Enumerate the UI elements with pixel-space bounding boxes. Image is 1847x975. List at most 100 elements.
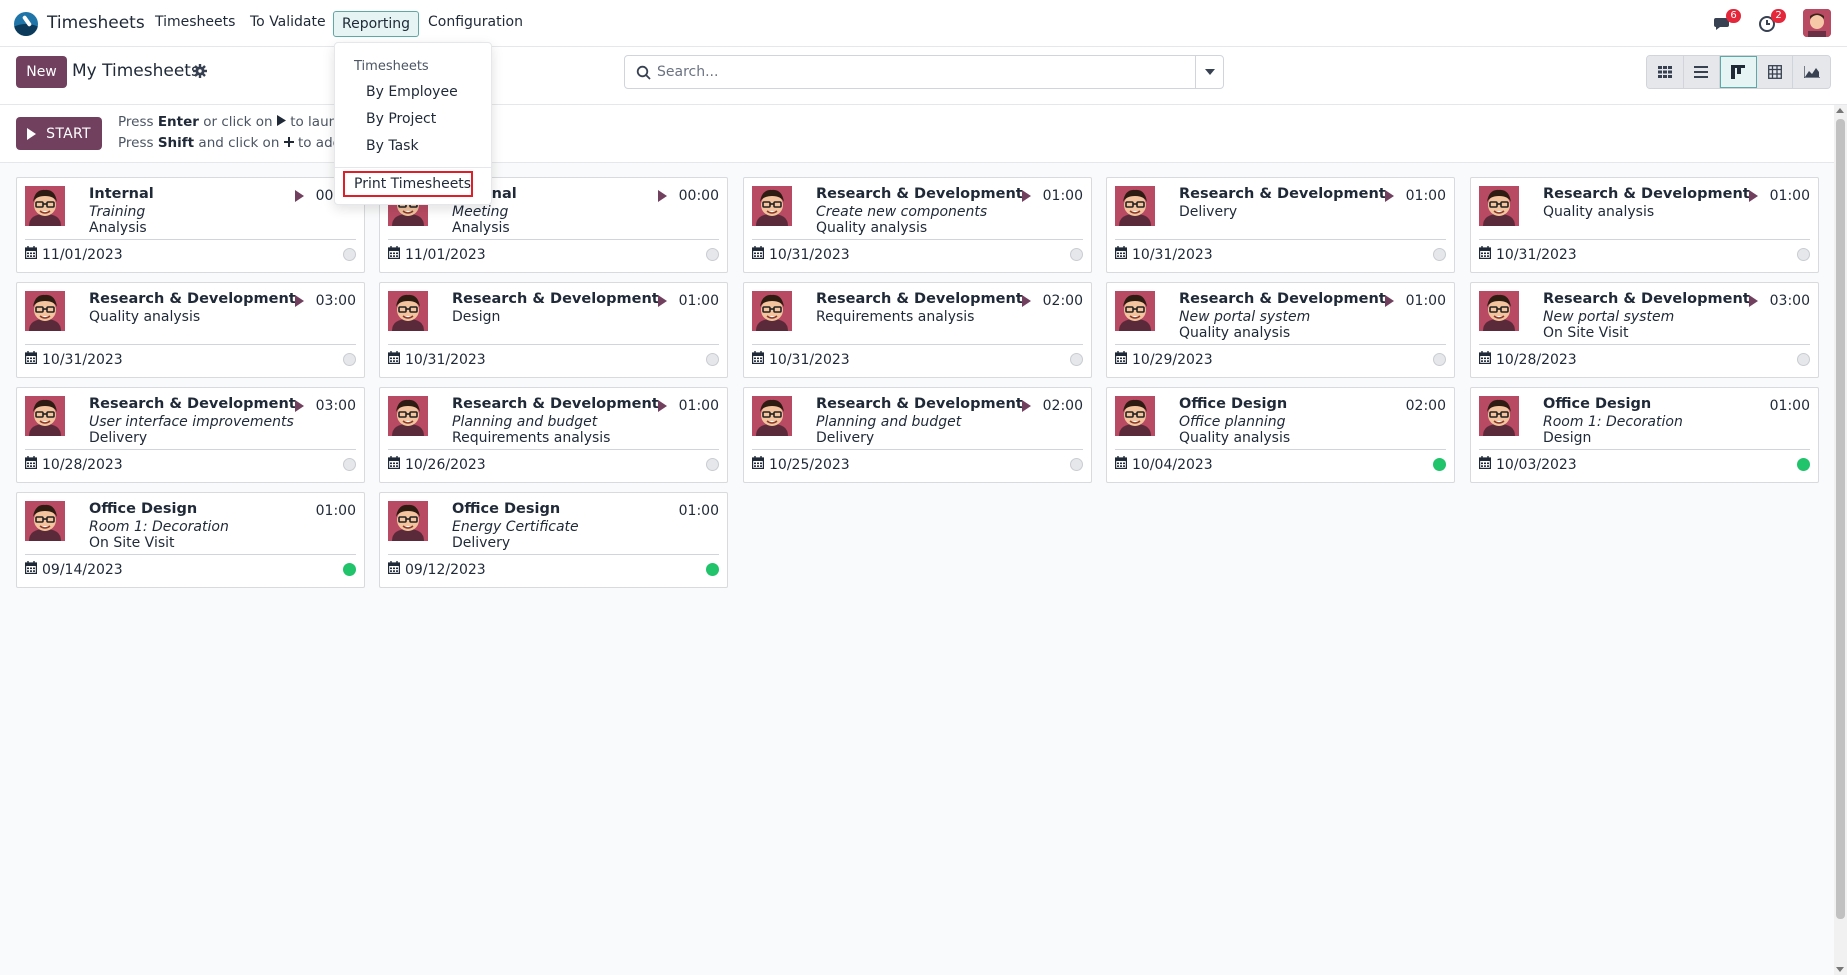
validation-status-dot[interactable] [1797,353,1810,366]
view-list-icon[interactable] [1683,56,1721,88]
card-divider [388,239,719,240]
validation-status-dot[interactable] [343,458,356,471]
view-graph-icon[interactable] [1793,56,1830,88]
dropdown-by-project[interactable]: By Project [366,111,436,127]
validation-status-dot[interactable] [1070,458,1083,471]
search-options-toggle[interactable] [1195,56,1223,88]
play-timer-icon[interactable] [1385,295,1394,307]
play-timer-icon[interactable] [658,400,667,412]
timesheet-card[interactable]: Research & Development Planning and budge… [743,387,1092,483]
validation-status-dot[interactable] [343,248,356,261]
search-box [624,55,1224,89]
play-timer-icon[interactable] [658,190,667,202]
play-timer-icon[interactable] [1385,190,1394,202]
validation-status-dot[interactable] [1797,458,1810,471]
calendar-icon [388,351,401,368]
card-date-row: 10/26/2023 [388,456,486,473]
view-grid-icon[interactable] [1647,56,1684,88]
validation-status-dot[interactable] [1070,353,1083,366]
app-name[interactable]: Timesheets [47,13,145,33]
timesheet-card[interactable]: InternalTrainingAnalysis00:0011/01/2023 [16,177,365,273]
play-timer-icon[interactable] [1022,190,1031,202]
timesheet-card[interactable]: Office Design Office planning Quality anal… [1106,387,1455,483]
play-timer-icon[interactable] [1022,400,1031,412]
play-timer-icon[interactable] [295,295,304,307]
scrollbar[interactable] [1834,105,1847,975]
menu-reporting[interactable]: Reporting [333,11,420,37]
card-description: Quality analysis [1179,325,1291,341]
card-date: 10/29/2023 [1132,351,1213,368]
calendar-icon [388,246,401,263]
timesheet-card[interactable]: Research & Development Requirements analy… [743,282,1092,378]
calendar-icon [1115,351,1128,368]
timesheet-card[interactable]: Research & Development New portal system O… [1470,282,1819,378]
card-task: Room 1: Decoration [1543,414,1683,430]
calendar-icon [25,351,38,368]
validation-status-dot[interactable] [343,563,356,576]
play-timer-icon[interactable] [1749,295,1758,307]
view-pivot-icon[interactable] [1756,56,1794,88]
employee-avatar [752,291,792,331]
dropdown-by-employee[interactable]: By Employee [366,84,458,100]
timesheet-card[interactable]: Research & Development Quality analysis 01… [1470,177,1819,273]
timesheet-card[interactable]: Office Design Energy Certificate Delivery 0… [379,492,728,588]
play-timer-icon[interactable] [295,400,304,412]
card-task: Training [89,204,146,220]
card-date: 10/28/2023 [1496,351,1577,368]
card-description: Delivery [1179,204,1238,220]
gear-icon[interactable] [193,64,207,78]
play-timer-icon[interactable] [1749,190,1758,202]
validation-status-dot[interactable] [706,248,719,261]
timesheet-card[interactable]: Research & Development Design 01:00 10/31/2… [379,282,728,378]
calendar-icon [388,561,401,578]
card-duration: 03:00 [1769,293,1810,309]
card-project: Office Design [1179,396,1288,412]
user-avatar[interactable] [1803,9,1831,37]
menu-configuration[interactable]: Configuration [424,14,527,30]
scroll-up-arrow[interactable] [1836,108,1844,113]
view-kanban-icon[interactable] [1720,56,1757,88]
validation-status-dot[interactable] [706,458,719,471]
timesheet-card[interactable]: Research & Development Delivery 01:00 10/31… [1106,177,1455,273]
validation-status-dot[interactable] [1433,458,1446,471]
messages-icon[interactable]: 6 [1713,9,1741,33]
validation-status-dot[interactable] [343,353,356,366]
play-timer-icon[interactable] [658,295,667,307]
search-input[interactable] [657,57,1197,87]
validation-status-dot[interactable] [1797,248,1810,261]
card-date: 10/31/2023 [42,351,123,368]
timesheet-card[interactable]: Research & Development Planning and budge… [379,387,728,483]
card-description: Quality analysis [816,220,928,236]
timesheet-card[interactable]: Research & Development Create new compone… [743,177,1092,273]
card-task: Planning and budget [816,414,962,430]
timesheet-card[interactable]: Office Design Room 1: Decoration Design 01:… [1470,387,1819,483]
timesheet-card[interactable]: Research & Development New portal system Q… [1106,282,1455,378]
scroll-down-arrow[interactable] [1836,967,1844,972]
card-description: Design [452,309,501,325]
menu-to-validate[interactable]: To Validate [246,14,330,30]
play-timer-icon[interactable] [295,190,304,202]
calendar-icon [25,456,38,473]
validation-status-dot[interactable] [1070,248,1083,261]
play-timer-icon[interactable] [1022,295,1031,307]
card-date-row: 10/25/2023 [752,456,850,473]
validation-status-dot[interactable] [1433,353,1446,366]
scroll-thumb[interactable] [1836,119,1845,919]
timesheet-card[interactable]: Research & Development Quality analysis 03… [16,282,365,378]
activities-clock-icon[interactable]: 2 [1758,9,1786,33]
dropdown-by-task[interactable]: By Task [366,138,419,154]
menu-timesheets[interactable]: Timesheets [151,14,239,30]
validation-status-dot[interactable] [706,563,719,576]
card-description: Requirements analysis [816,309,975,325]
start-label: START [46,125,91,142]
dropdown-section-header: Timesheets [354,59,429,74]
timesheet-card[interactable]: Office Design Room 1: Decoration On Site V… [16,492,365,588]
validation-status-dot[interactable] [706,353,719,366]
timesheets-app-icon[interactable] [14,12,38,36]
timesheet-card[interactable]: Research & Development User interface imp… [16,387,365,483]
validation-status-dot[interactable] [1433,248,1446,261]
new-button[interactable]: New [16,56,67,88]
print-timesheets-item[interactable]: Print Timesheets [343,171,473,197]
card-divider [25,554,356,555]
start-timer-button[interactable]: START [16,117,102,150]
